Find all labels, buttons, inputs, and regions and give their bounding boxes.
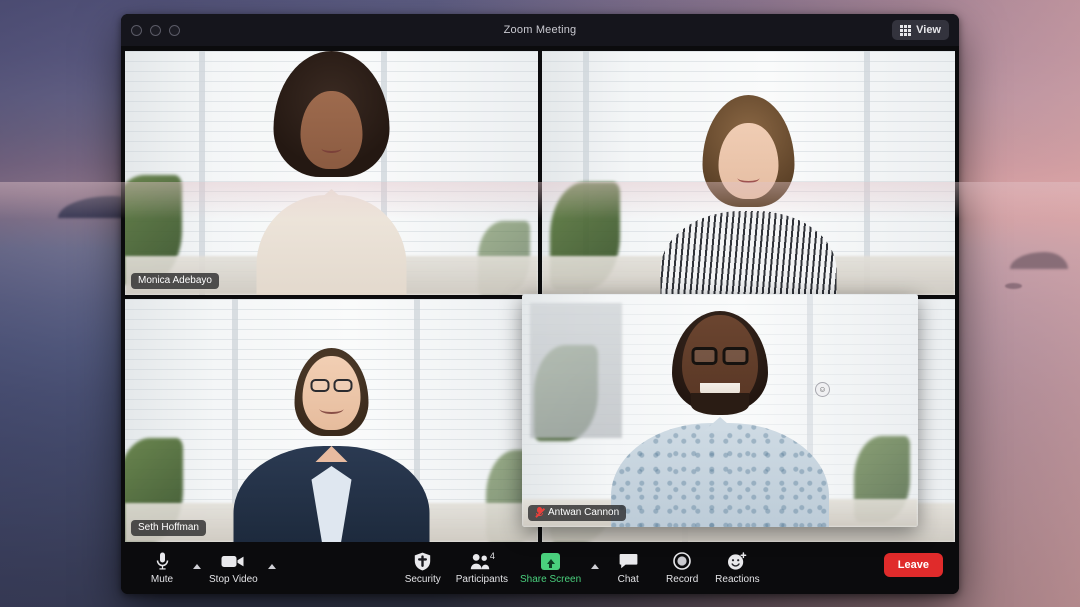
meeting-toolbar: Mute Stop Video Security 4 Participants … xyxy=(121,542,959,594)
video-stage: Monica Adebayo Seth Hoffman ☺ Antwan Can… xyxy=(121,46,959,542)
grid-icon xyxy=(900,24,912,36)
record-circle-icon xyxy=(673,552,691,571)
record-button[interactable]: Record xyxy=(655,552,709,585)
close-button[interactable] xyxy=(131,24,142,36)
toolbar-center-group: Security 4 Participants Share Screen Cha… xyxy=(396,550,766,585)
minimize-button[interactable] xyxy=(150,24,161,36)
participants-label: Participants xyxy=(455,573,508,585)
shield-icon xyxy=(414,552,431,571)
participant-name-text: Antwan Cannon xyxy=(548,507,620,518)
video-feed xyxy=(522,294,918,527)
participants-count: 4 xyxy=(489,550,495,561)
video-feed xyxy=(125,298,538,542)
maximize-button[interactable] xyxy=(169,24,180,36)
security-button[interactable]: Security xyxy=(396,552,450,585)
participant-tile-seth[interactable]: Seth Hoffman xyxy=(125,298,538,542)
share-up-arrow-icon xyxy=(541,552,561,571)
reactions-button[interactable]: Reactions xyxy=(709,551,765,585)
chat-label: Chat xyxy=(617,573,639,585)
chat-button[interactable]: Chat xyxy=(601,552,655,585)
participant-name-label: Monica Adebayo xyxy=(131,272,219,289)
stop-video-label: Stop Video xyxy=(209,573,258,585)
window-titlebar: Zoom Meeting View xyxy=(121,14,959,46)
participants-button[interactable]: 4 Participants xyxy=(450,550,514,585)
view-button-label: View xyxy=(916,24,941,36)
microphone-icon xyxy=(156,552,169,571)
share-screen-label: Share Screen xyxy=(520,573,582,585)
toolbar-left-group: Mute Stop Video xyxy=(135,552,278,585)
people-icon: 4 xyxy=(470,550,495,571)
video-feed xyxy=(542,51,955,295)
participant-name-text: Seth Hoffman xyxy=(138,522,199,533)
participant-tile-top-right[interactable] xyxy=(542,51,955,295)
mute-label: Mute xyxy=(150,573,174,585)
participant-name-label: Antwan Cannon xyxy=(528,505,627,521)
reaction-emoji-icon: ☺ xyxy=(815,382,830,397)
window-title: Zoom Meeting xyxy=(503,24,577,36)
stop-video-button[interactable]: Stop Video xyxy=(203,552,264,585)
traffic-light-buttons xyxy=(131,24,180,36)
camera-icon xyxy=(221,552,245,571)
mute-button[interactable]: Mute xyxy=(135,552,189,585)
share-screen-button[interactable]: Share Screen xyxy=(514,552,587,585)
reactions-label: Reactions xyxy=(715,573,760,585)
participant-name-label: Seth Hoffman xyxy=(131,520,206,536)
participant-tile-monica[interactable]: Monica Adebayo xyxy=(125,51,538,295)
speech-bubble-icon xyxy=(619,552,638,571)
zoom-meeting-window: Zoom Meeting View Monica Adebayo Seth Ho… xyxy=(121,14,959,594)
participant-tile-antwan[interactable]: ☺ Antwan Cannon xyxy=(522,294,918,527)
participant-name-text: Monica Adebayo xyxy=(138,274,212,286)
share-options-chevron-down-icon[interactable] xyxy=(591,563,600,569)
smiley-plus-icon xyxy=(727,551,747,571)
microphone-muted-icon xyxy=(535,507,545,518)
record-label: Record xyxy=(666,573,699,585)
security-label: Security xyxy=(404,573,441,585)
view-button[interactable]: View xyxy=(892,20,949,40)
wallpaper-rock xyxy=(1005,283,1022,289)
mute-options-chevron-down-icon[interactable] xyxy=(193,563,201,569)
desktop-background: Zoom Meeting View Monica Adebayo Seth Ho… xyxy=(0,0,1080,607)
leave-button[interactable]: Leave xyxy=(883,553,943,577)
wallpaper-headland-right xyxy=(1010,252,1068,269)
video-options-chevron-down-icon[interactable] xyxy=(267,563,276,569)
video-feed xyxy=(125,51,538,295)
